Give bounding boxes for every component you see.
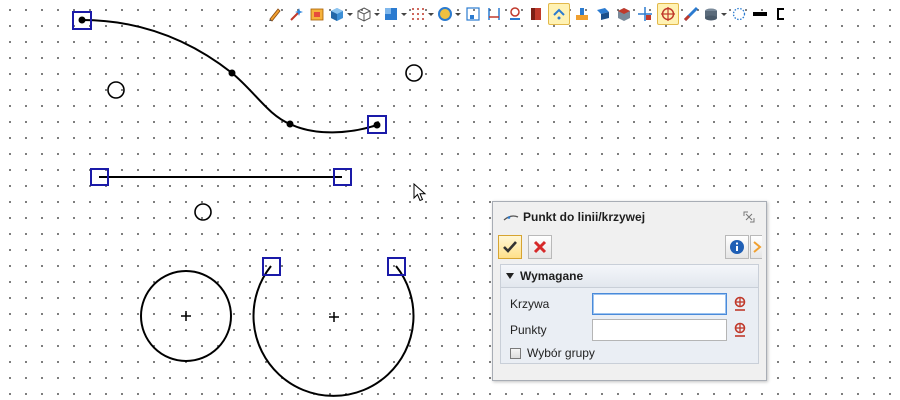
render-mode-icon[interactable] <box>437 3 461 25</box>
sketch-pencil-icon[interactable] <box>266 3 284 25</box>
anchor-icon[interactable] <box>506 3 524 25</box>
info-button[interactable] <box>725 235 749 259</box>
section-icon[interactable] <box>594 3 612 25</box>
center-mark <box>329 312 339 322</box>
small-circle[interactable] <box>405 64 423 82</box>
pick-entity-icon[interactable] <box>732 322 748 338</box>
dotted-circle-icon[interactable] <box>730 3 748 25</box>
spline-point[interactable] <box>286 120 294 128</box>
slash-icon[interactable] <box>682 3 700 25</box>
overflow-icon[interactable] <box>772 3 790 25</box>
points-field-row: Punkty <box>501 319 758 341</box>
mouse-cursor-icon <box>413 183 427 202</box>
spline-point[interactable] <box>78 16 86 24</box>
section-header[interactable]: Wymagane <box>501 265 758 288</box>
top-toolbar <box>266 1 900 27</box>
dimension-icon[interactable] <box>485 3 503 25</box>
curve-field-row: Krzywa <box>501 293 758 315</box>
center-mark <box>181 311 191 321</box>
material-icon[interactable] <box>527 3 545 25</box>
target-icon[interactable] <box>657 3 679 25</box>
cancel-button[interactable] <box>528 235 552 259</box>
dialog-actions <box>498 235 762 261</box>
points-label: Punkty <box>510 323 547 337</box>
layer-icon[interactable] <box>703 3 727 25</box>
cross-point-icon[interactable] <box>636 3 654 25</box>
spline-curve[interactable] <box>81 19 378 134</box>
spline-point[interactable] <box>228 69 236 77</box>
help-button[interactable] <box>750 235 762 259</box>
point-to-curve-dialog: Punkt do linii/krzywej Wymagane Krzywa P… <box>492 201 767 381</box>
shaded-icon[interactable] <box>615 3 633 25</box>
check-icon <box>503 241 517 253</box>
wireframe-cube-icon[interactable] <box>356 3 380 25</box>
dialog-titlebar[interactable]: Punkt do linii/krzywej <box>493 202 766 232</box>
grid-icon[interactable] <box>410 3 434 25</box>
points-input[interactable] <box>592 319 727 341</box>
collapse-panel-icon[interactable] <box>742 210 756 224</box>
arc[interactable] <box>252 265 415 397</box>
small-circle[interactable] <box>194 203 212 221</box>
filter-icon[interactable] <box>308 3 326 25</box>
group-select-row[interactable]: Wybór grupy <box>510 346 595 360</box>
snap-icon[interactable] <box>464 3 482 25</box>
ok-button[interactable] <box>498 235 522 259</box>
curve-snap-icon[interactable] <box>548 3 570 25</box>
group-select-checkbox[interactable] <box>510 347 521 359</box>
close-x-icon <box>533 240 547 254</box>
view-cube-icon[interactable] <box>329 3 353 25</box>
spline-point[interactable] <box>373 121 381 129</box>
workplane-icon[interactable] <box>573 3 591 25</box>
small-circle[interactable] <box>107 81 125 99</box>
point-to-curve-icon <box>503 215 519 221</box>
section-title: Wymagane <box>520 269 584 283</box>
magic-wand-icon[interactable] <box>287 3 305 25</box>
dialog-title: Punkt do linii/krzywej <box>523 210 646 224</box>
curve-input[interactable] <box>592 293 727 315</box>
group-select-label: Wybór grupy <box>527 346 595 360</box>
view-plane-icon[interactable] <box>383 3 407 25</box>
required-section: Wymagane Krzywa Punkty Wybór grupy <box>500 264 759 364</box>
pick-entity-icon[interactable] <box>732 296 748 312</box>
line-style-icon[interactable] <box>751 3 769 25</box>
curve-label: Krzywa <box>510 297 550 311</box>
info-icon <box>730 240 744 254</box>
collapse-arrow-icon[interactable] <box>506 273 514 279</box>
help-icon <box>752 241 762 253</box>
